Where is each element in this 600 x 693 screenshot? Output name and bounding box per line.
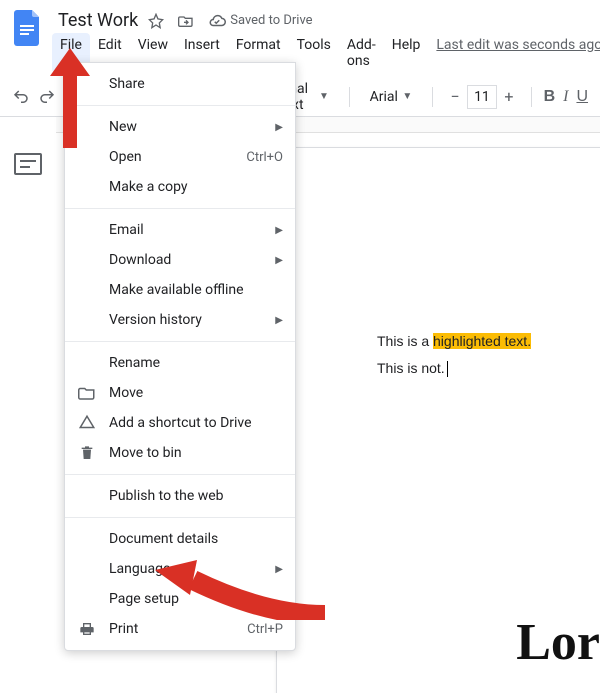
text-highlighted: highlighted text. xyxy=(433,333,531,349)
label: Rename xyxy=(109,355,160,371)
label: Open xyxy=(109,149,142,165)
menu-item-email[interactable]: Email ▶ xyxy=(65,215,295,245)
label: Download xyxy=(109,252,171,268)
bold-button[interactable]: B xyxy=(544,88,556,106)
menu-item-publish[interactable]: Publish to the web xyxy=(65,481,295,511)
font-size-decrease[interactable]: − xyxy=(445,87,465,106)
menu-item-rename[interactable]: Rename xyxy=(65,348,295,378)
italic-button[interactable]: I xyxy=(563,88,568,106)
chevron-right-icon: ▶ xyxy=(275,315,283,326)
font-size-increase[interactable]: + xyxy=(499,87,519,106)
trash-icon xyxy=(77,443,97,463)
move-folder-icon xyxy=(77,383,97,403)
label: Make available offline xyxy=(109,282,244,298)
label: Share xyxy=(109,76,145,92)
text-plain: This is not. xyxy=(377,360,445,376)
chevron-down-icon: ▼ xyxy=(319,91,329,102)
watermark: Lor xyxy=(516,613,600,672)
menu-item-add-shortcut[interactable]: Add a shortcut to Drive xyxy=(65,408,295,438)
label: Move to bin xyxy=(109,445,182,461)
separator xyxy=(349,87,350,107)
separator xyxy=(65,474,295,475)
left-sidebar xyxy=(0,117,56,693)
label: New xyxy=(109,119,137,135)
docs-icon xyxy=(14,10,42,46)
separator xyxy=(65,105,295,106)
menu-item-move-to-bin[interactable]: Move to bin xyxy=(65,438,295,468)
document-title[interactable]: Test Work xyxy=(58,10,138,31)
font-size-control: − 11 + xyxy=(445,85,519,109)
label: Make a copy xyxy=(109,179,188,195)
annotation-arrow-top xyxy=(45,48,95,148)
menu-item-new[interactable]: New ▶ xyxy=(65,112,295,142)
print-icon xyxy=(77,619,97,639)
save-status-label: Saved to Drive xyxy=(230,13,312,28)
label: Document details xyxy=(109,531,218,547)
font-select-label: Arial xyxy=(370,89,398,105)
label: Email xyxy=(109,222,144,238)
font-select[interactable]: Arial ▼ xyxy=(362,83,421,111)
label: Publish to the web xyxy=(109,488,224,504)
menu-item-share[interactable]: Share xyxy=(65,69,295,99)
separator xyxy=(65,517,295,518)
chevron-right-icon: ▶ xyxy=(275,122,283,133)
font-size-input[interactable]: 11 xyxy=(467,85,497,109)
separator xyxy=(531,87,532,107)
label: Version history xyxy=(109,312,202,328)
menu-item-document-details[interactable]: Document details xyxy=(65,524,295,554)
label: Print xyxy=(109,621,138,637)
label: Move xyxy=(109,385,143,401)
chevron-right-icon: ▶ xyxy=(275,225,283,236)
underline-button[interactable]: U xyxy=(576,88,588,106)
menu-item-move[interactable]: Move xyxy=(65,378,295,408)
separator xyxy=(65,341,295,342)
outline-icon[interactable] xyxy=(14,153,42,175)
shortcut: Ctrl+P xyxy=(247,622,283,637)
star-icon[interactable] xyxy=(148,13,164,29)
menu-item-make-copy[interactable]: Make a copy xyxy=(65,172,295,202)
cloud-icon xyxy=(208,12,226,30)
text-cursor xyxy=(447,361,448,377)
text-line-2: This is not. xyxy=(377,355,600,382)
menu-item-offline[interactable]: Make available offline xyxy=(65,275,295,305)
menu-addons[interactable]: Add-ons xyxy=(339,33,384,73)
separator xyxy=(65,208,295,209)
chevron-down-icon: ▼ xyxy=(402,91,412,102)
label: Add a shortcut to Drive xyxy=(109,415,252,431)
separator xyxy=(432,87,433,107)
menu-item-download[interactable]: Download ▶ xyxy=(65,245,295,275)
last-edit-link[interactable]: Last edit was seconds ago xyxy=(428,33,600,73)
text-plain: This is a xyxy=(377,333,433,349)
menu-tools[interactable]: Tools xyxy=(289,33,339,73)
drive-shortcut-icon xyxy=(77,413,97,433)
annotation-arrow-bottom xyxy=(155,560,325,620)
menu-item-open[interactable]: Open Ctrl+O xyxy=(65,142,295,172)
undo-button[interactable] xyxy=(12,83,30,111)
menu-help[interactable]: Help xyxy=(384,33,429,73)
save-status[interactable]: Saved to Drive xyxy=(208,12,312,30)
undo-icon xyxy=(12,88,30,106)
chevron-right-icon: ▶ xyxy=(275,255,283,266)
text-line-1: This is a highlighted text. xyxy=(377,328,600,355)
docs-logo[interactable] xyxy=(8,8,48,48)
menu-item-version-history[interactable]: Version history ▶ xyxy=(65,305,295,335)
move-icon[interactable] xyxy=(178,13,194,29)
shortcut: Ctrl+O xyxy=(246,150,283,165)
